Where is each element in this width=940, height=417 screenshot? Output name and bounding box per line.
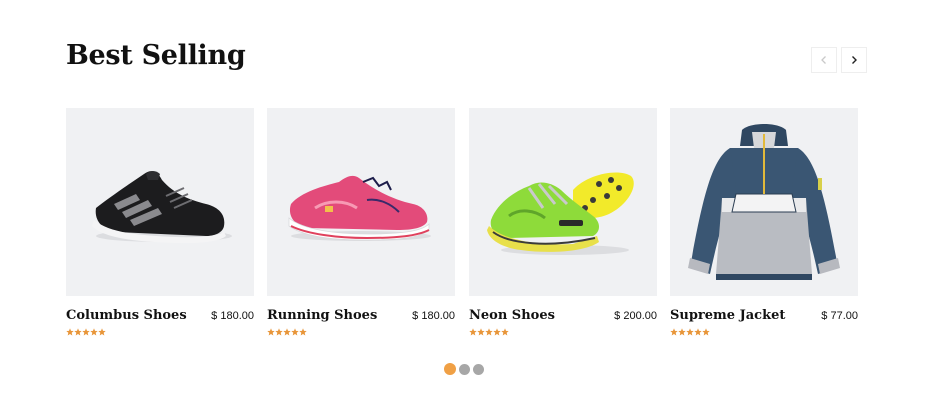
product-price: $ 180.00 [412, 310, 455, 322]
star-icon [74, 328, 82, 336]
star-icon [66, 328, 74, 336]
star-rating [267, 328, 307, 336]
navy-grey-jacket-image [688, 124, 840, 280]
product-price: $ 180.00 [211, 310, 254, 322]
carousel-next-button[interactable] [841, 47, 867, 73]
carousel-prev-button[interactable] [811, 47, 837, 73]
product-name[interactable]: Neon Shoes [469, 308, 555, 323]
star-icon [686, 328, 694, 336]
star-rating [66, 328, 106, 336]
star-icon [501, 328, 509, 336]
product-name[interactable]: Supreme Jacket [670, 308, 785, 323]
star-icon [477, 328, 485, 336]
product-image[interactable] [469, 108, 657, 296]
product-image[interactable] [670, 108, 858, 296]
product-price: $ 200.00 [614, 310, 657, 322]
product-name[interactable]: Running Shoes [267, 308, 377, 323]
star-icon [678, 328, 686, 336]
product-price: $ 77.00 [821, 310, 858, 322]
star-icon [493, 328, 501, 336]
star-icon [275, 328, 283, 336]
pagination-dot[interactable] [444, 363, 456, 375]
star-icon [670, 328, 678, 336]
star-icon [90, 328, 98, 336]
chevron-left-icon [821, 56, 826, 64]
product-card[interactable]: Running Shoes $ 180.00 [267, 108, 455, 336]
star-icon [702, 328, 710, 336]
star-rating [670, 328, 710, 336]
star-icon [469, 328, 477, 336]
section-title: Best Selling [66, 40, 246, 71]
star-icon [283, 328, 291, 336]
star-icon [267, 328, 275, 336]
black-sneaker-image [92, 171, 232, 244]
star-icon [485, 328, 493, 336]
pagination-dot[interactable] [473, 363, 484, 375]
product-card[interactable]: Columbus Shoes $ 180.00 [66, 108, 254, 336]
pagination-dot[interactable] [459, 363, 470, 375]
carousel-pagination [444, 363, 484, 375]
star-icon [299, 328, 307, 336]
product-name[interactable]: Columbus Shoes [66, 308, 187, 323]
neon-green-shoes-image [487, 172, 634, 255]
star-icon [98, 328, 106, 336]
pink-running-shoe-image [288, 175, 431, 241]
product-image[interactable] [66, 108, 254, 296]
star-icon [694, 328, 702, 336]
star-icon [291, 328, 299, 336]
chevron-right-icon [852, 56, 857, 64]
star-icon [82, 328, 90, 336]
star-rating [469, 328, 509, 336]
product-card[interactable]: Supreme Jacket $ 77.00 [670, 108, 858, 336]
product-image[interactable] [267, 108, 455, 296]
product-card[interactable]: Neon Shoes $ 200.00 [469, 108, 657, 336]
